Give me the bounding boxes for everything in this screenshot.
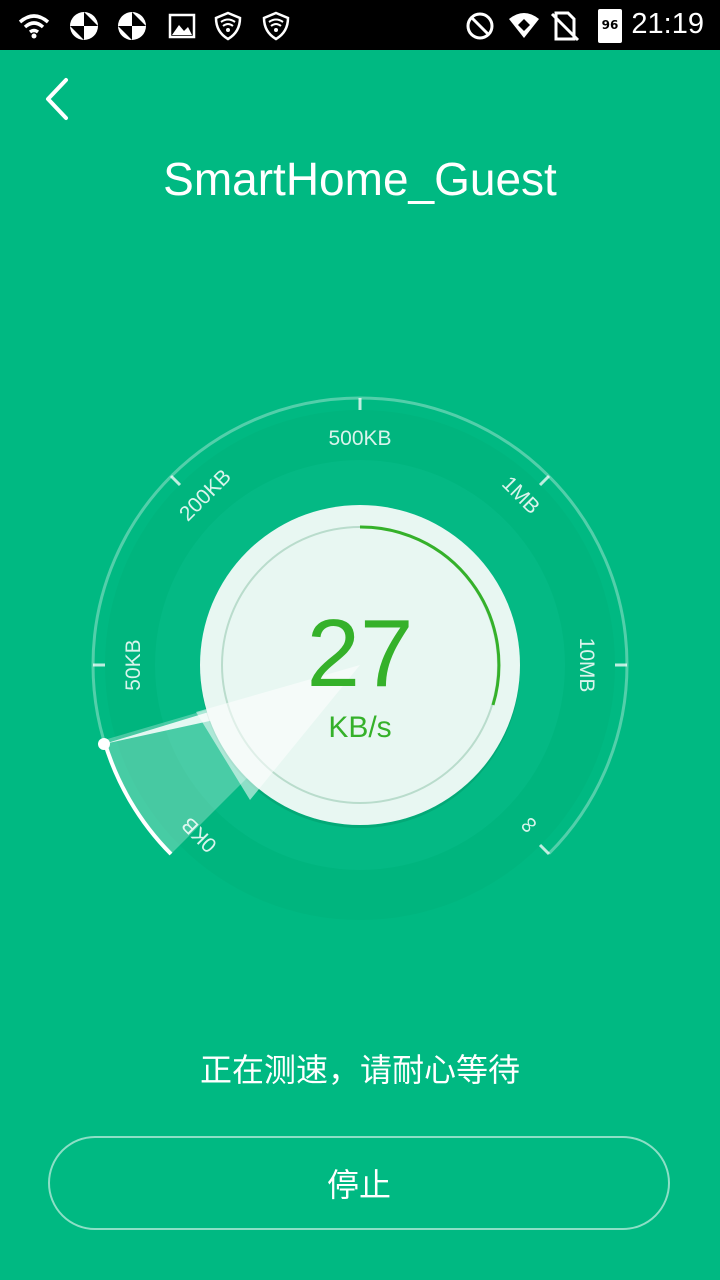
chevron-left-icon xyxy=(46,78,68,120)
wifi-signal-icon xyxy=(509,13,539,38)
page-title: SmartHome_Guest xyxy=(163,153,557,205)
wifi-icon xyxy=(18,14,50,39)
stop-button-label: 停止 xyxy=(326,1166,391,1204)
status-bar: 96 21:19 xyxy=(0,0,720,50)
battery-icon: 96 xyxy=(598,9,622,43)
speedometer: 500KB 200KB 50KB 1MB 10MB ∞ 0KB 27 KB/s xyxy=(91,396,629,934)
scale-tick xyxy=(169,474,182,487)
scale-label-10mb: 10MB xyxy=(575,638,598,693)
speed-value: 27 xyxy=(307,600,414,707)
back-button[interactable] xyxy=(34,70,94,130)
needle-tip xyxy=(98,738,110,750)
image-icon xyxy=(168,13,196,39)
clock: 21:19 xyxy=(631,8,704,40)
vpn-icon xyxy=(70,12,98,40)
vpn-icon xyxy=(118,12,146,40)
scale-label-500kb: 500KB xyxy=(328,427,391,450)
stop-button[interactable]: 停止 xyxy=(48,1136,670,1230)
status-message: 正在测速，请耐心等待 xyxy=(199,1051,520,1089)
scale-tick xyxy=(538,843,551,856)
shield-icon xyxy=(214,11,242,41)
scale-label-50kb: 50KB xyxy=(122,639,145,690)
scale-tick xyxy=(538,474,551,487)
no-sim-icon xyxy=(550,11,580,42)
do-not-disturb-icon xyxy=(466,12,494,40)
speed-unit: KB/s xyxy=(328,711,391,744)
shield-icon xyxy=(262,11,290,41)
